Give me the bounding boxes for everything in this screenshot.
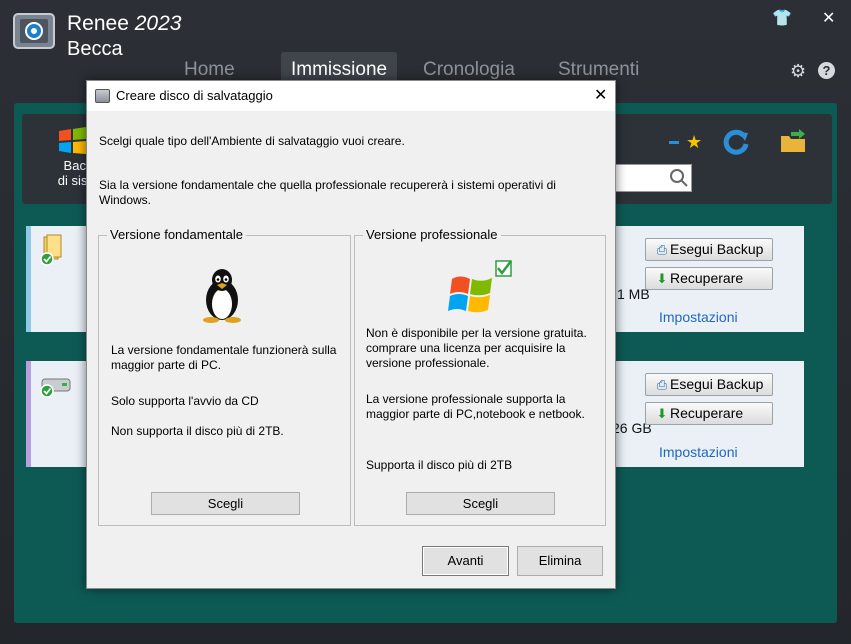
cancel-button[interactable]: Elimina (517, 546, 603, 576)
restore-button[interactable]: ⬇ Recuperare (645, 267, 773, 290)
dialog-app-icon (95, 89, 110, 103)
pro-support-text: La versione professionale supporta la ma… (366, 392, 585, 421)
open-folder-icon[interactable] (779, 128, 807, 154)
basic-version-group: Versione fondamentale La versione fondam… (98, 227, 351, 526)
basic-cd-text: Solo supporta l'avvio da CD (111, 394, 259, 408)
rescue-disk-dialog: Creare disco di salvataggio ✕ Scelgi qua… (86, 80, 616, 589)
disk-backup-icon (40, 378, 71, 398)
brand-title: Renee 2023 (67, 12, 182, 35)
basic-disk-limit-text: Non supporta il disco più di 2TB. (111, 424, 284, 438)
pro-version-title: Versione professionale (363, 227, 501, 242)
next-button[interactable]: Avanti (422, 546, 509, 576)
basic-info-text: La versione fondamentale funzionerà sull… (111, 343, 337, 372)
dialog-titlebar: Creare disco di salvataggio ✕ (87, 81, 615, 111)
pro-version-group: Versione professionale Non è disponibile… (354, 227, 606, 526)
windows-backup-icon[interactable] (56, 126, 88, 156)
skin-icon[interactable]: 👕 (772, 8, 792, 28)
run-backup-button[interactable]: ⎙ Esegui Backup (645, 238, 773, 261)
linux-penguin-icon (203, 269, 241, 323)
pro-disk-support-text: Supporta il disco più di 2TB (366, 458, 513, 472)
restore-icon: ⬇ (656, 406, 668, 421)
small-dash-icon[interactable]: ▬ (669, 136, 679, 147)
file-backup-icon (40, 234, 62, 266)
settings-link[interactable]: Impostazioni (659, 309, 738, 325)
choose-pro-button[interactable]: Scegli (406, 492, 555, 515)
pro-availability-text: Non è disponibile per la versione gratui… (366, 326, 587, 370)
settings-link[interactable]: Impostazioni (659, 444, 738, 460)
backup-icon: ⎙ (656, 242, 668, 257)
restore-button[interactable]: ⬇ Recuperare (645, 402, 773, 425)
card-accent-bar (26, 226, 31, 332)
choose-basic-button[interactable]: Scegli (151, 492, 300, 515)
windows-pro-icon (448, 260, 512, 313)
dialog-close-icon[interactable]: ✕ (594, 85, 607, 105)
favorite-star-icon[interactable]: ★ (686, 132, 702, 153)
card-accent-bar (26, 361, 31, 467)
restore-icon: ⬇ (656, 271, 668, 286)
dialog-intro-text: Scelgi quale tipo dell'Ambiente di salva… (99, 134, 405, 148)
refresh-icon[interactable] (722, 128, 750, 156)
run-backup-button[interactable]: ⎙ Esegui Backup (645, 373, 773, 396)
basic-version-title: Versione fondamentale (107, 227, 246, 242)
app-logo-icon (13, 13, 55, 49)
dialog-title: Creare disco di salvataggio (116, 88, 273, 103)
dialog-description-text: Sia la versione fondamentale che quella … (99, 178, 556, 207)
search-icon[interactable] (669, 168, 689, 188)
settings-gear-icon[interactable]: ⚙ (790, 61, 806, 82)
help-icon[interactable]: ? (818, 62, 835, 79)
backup-icon: ⎙ (656, 377, 668, 392)
close-window-icon[interactable]: ✕ (822, 8, 835, 28)
